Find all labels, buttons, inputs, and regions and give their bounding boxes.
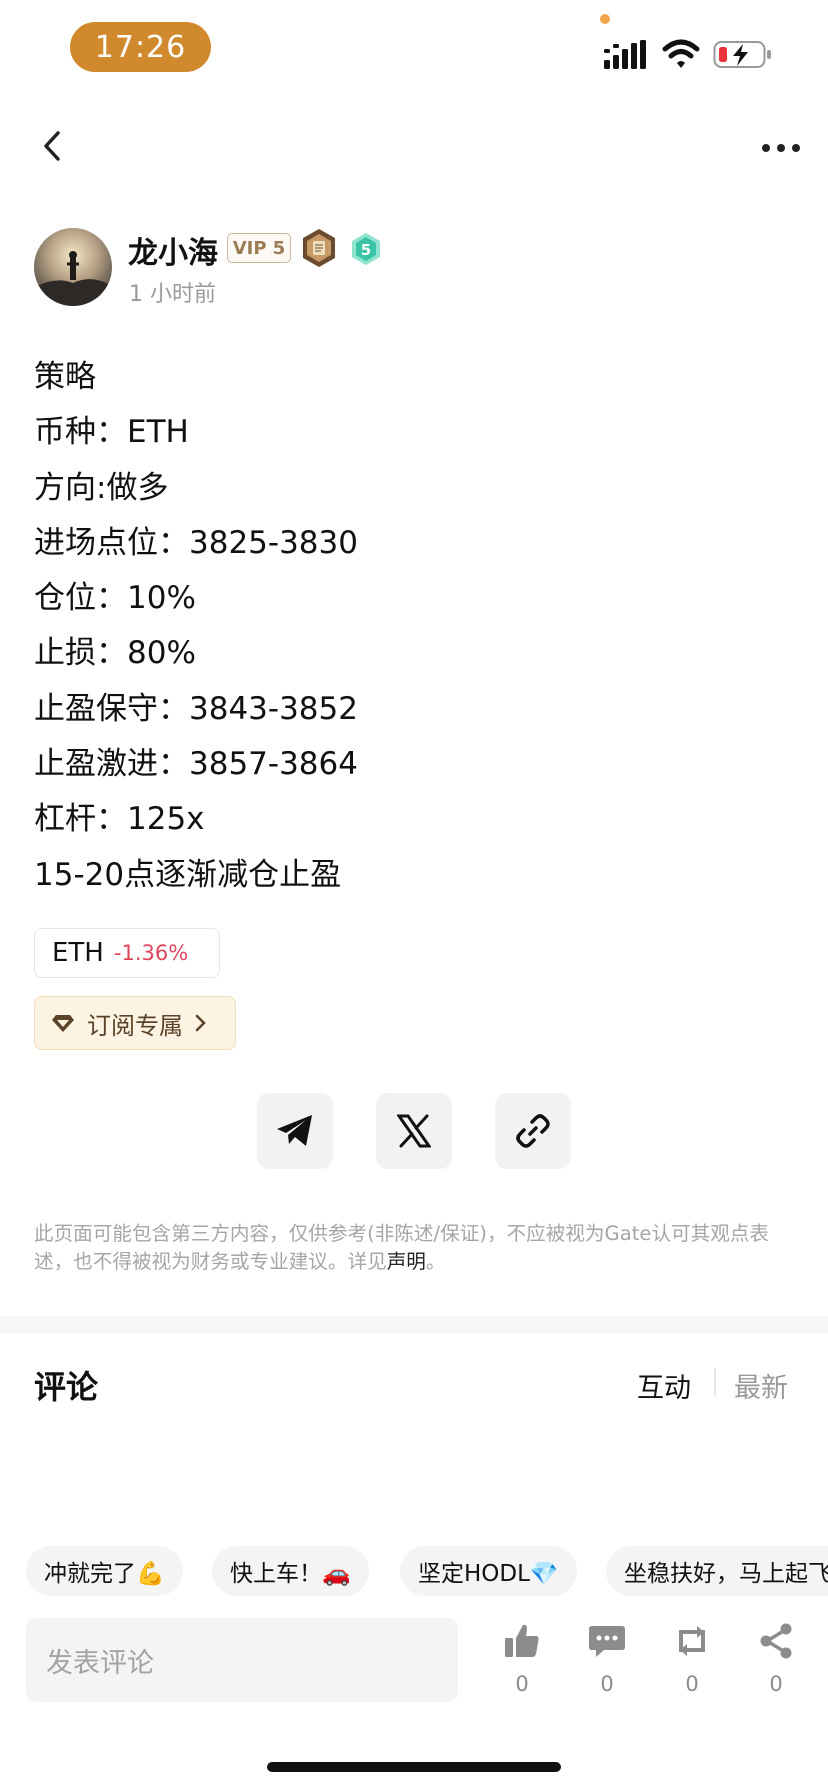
telegram-icon: [277, 1115, 312, 1146]
share-telegram-button[interactable]: [257, 1093, 333, 1169]
chevron-right-icon: [195, 1014, 206, 1032]
share-x-button[interactable]: [376, 1093, 452, 1169]
wifi-icon: [662, 39, 700, 68]
sort-interactive-tab[interactable]: 互动: [637, 1366, 691, 1405]
post-line: 仓位：10%: [34, 580, 196, 617]
like-count: 0: [515, 1672, 529, 1696]
comment-input[interactable]: 发表评论: [26, 1618, 458, 1702]
x-icon: [397, 1114, 431, 1148]
privacy-indicator-dot: [600, 14, 610, 24]
post-line: 杠杆：125x: [34, 801, 205, 838]
disclaimer-end: 。: [425, 1250, 446, 1273]
repost-icon: [679, 1626, 705, 1656]
quick-reply-chip[interactable]: 快上车！🚗: [212, 1546, 369, 1596]
post-line: 币种：ETH: [34, 414, 189, 451]
avatar[interactable]: [34, 228, 112, 306]
repost-count: 0: [685, 1672, 699, 1696]
post-line: 策略: [34, 359, 96, 395]
post-content: 策略 币种：ETH 方向:做多 进场点位：3825-3830 仓位：10% 止损…: [34, 350, 794, 903]
post-line: 方向:做多: [34, 469, 169, 506]
quick-reply-chip[interactable]: 冲就完了💪: [26, 1546, 183, 1596]
sort-latest-tab[interactable]: 最新: [734, 1366, 788, 1405]
battery-charging-icon: [713, 41, 771, 68]
home-indicator[interactable]: [267, 1762, 561, 1772]
more-icon: [762, 144, 800, 152]
back-icon: [44, 131, 60, 161]
subscribe-exclusive-button[interactable]: 订阅专属: [34, 996, 236, 1050]
sort-separator: [714, 1368, 716, 1396]
post-line: 止盈保守：3843-3852: [34, 690, 358, 727]
share-button[interactable]: 0: [746, 1622, 806, 1696]
signal-icon: [604, 40, 646, 69]
medal-icon: [303, 229, 335, 267]
link-icon: [516, 1114, 550, 1148]
like-button[interactable]: 0: [492, 1622, 552, 1696]
post-line: 进场点位：3825-3830: [34, 524, 358, 561]
vip-badge: VIP 5: [227, 233, 291, 263]
status-bar: 17:26: [0, 0, 828, 100]
quick-reply-chip[interactable]: 坐稳扶好，马上起飞: [606, 1546, 828, 1596]
comment-icon: [589, 1626, 625, 1657]
more-button[interactable]: [756, 128, 806, 168]
disclaimer: 此页面可能包含第三方内容，仅供参考(非陈述/保证)，不应被视为Gate认可其观点…: [34, 1220, 794, 1276]
coin-symbol: ETH: [52, 938, 104, 968]
share-icon: [760, 1623, 792, 1659]
copy-link-button[interactable]: [495, 1093, 571, 1169]
post-line: 止盈激进：3857-3864: [34, 746, 358, 783]
svg-text:5: 5: [361, 241, 371, 259]
comments-title: 评论: [34, 1368, 99, 1406]
coin-tag-eth[interactable]: ETH -1.36%: [34, 928, 220, 978]
repost-button[interactable]: 0: [662, 1622, 722, 1696]
section-divider: [0, 1316, 828, 1334]
author-name[interactable]: 龙小海: [128, 228, 218, 272]
thumbs-up-icon: [505, 1624, 539, 1657]
back-button[interactable]: [30, 124, 74, 168]
post-time: 1 小时前: [129, 282, 216, 307]
coin-change: -1.36%: [113, 941, 189, 965]
diamond-icon: [52, 1015, 74, 1032]
quick-reply-chip[interactable]: 坚定HODL💎: [400, 1546, 577, 1596]
status-time: 17:26: [70, 22, 211, 72]
comment-button[interactable]: 0: [577, 1622, 637, 1696]
post-line: 止损：80%: [34, 635, 196, 672]
share-count: 0: [769, 1672, 783, 1696]
disclaimer-link[interactable]: 声明: [387, 1250, 426, 1273]
subscribe-label: 订阅专属: [87, 1011, 183, 1040]
comment-count: 0: [600, 1672, 614, 1696]
level-badge-icon: 5: [352, 233, 380, 265]
post-line: 15-20点逐渐减仓止盈: [34, 856, 342, 893]
